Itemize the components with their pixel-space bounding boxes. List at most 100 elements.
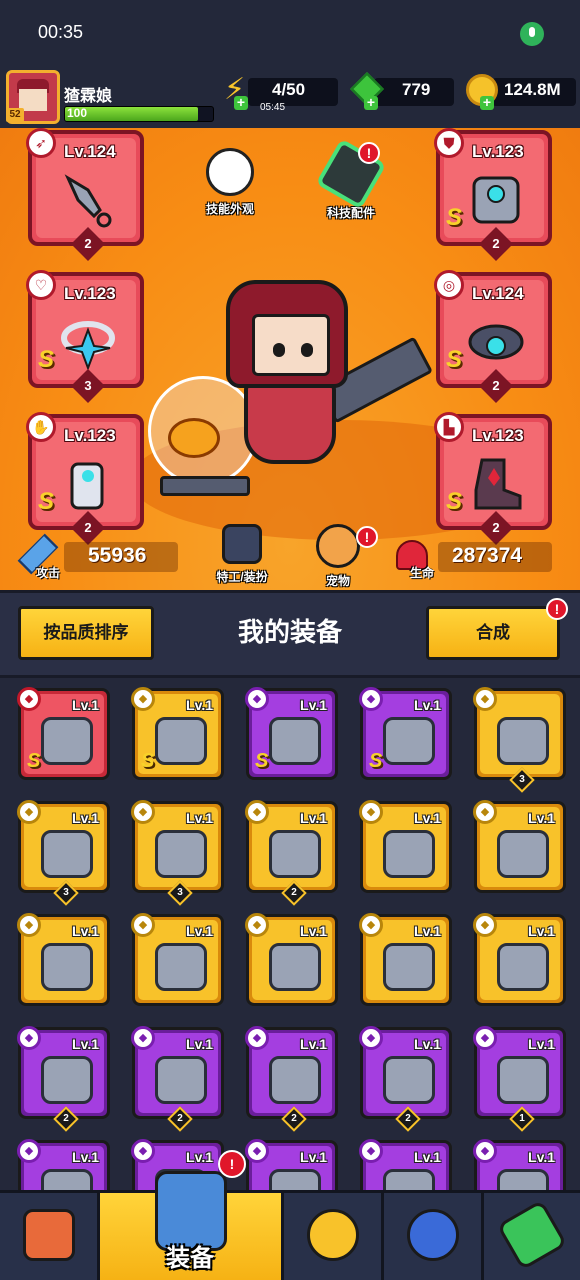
xp-bar: 100 — [64, 106, 214, 122]
item-type-icon: ◆ — [131, 687, 155, 711]
inventory-item[interactable]: ◆ Lv.1 S — [245, 687, 338, 780]
slot-level: Lv.123 — [472, 426, 524, 445]
s-rank-icon: S — [38, 488, 55, 515]
item-type-icon: ◆ — [131, 913, 155, 937]
skill-skin-button[interactable]: 技能外观 — [200, 148, 260, 217]
inventory-title: 我的装备 — [237, 617, 342, 647]
inventory-item[interactable]: ◆ Lv.1 3 — [131, 800, 224, 906]
item-art-icon — [269, 830, 321, 878]
inventory-item[interactable]: ◆ Lv.1 2 — [245, 800, 338, 906]
item-art-icon — [497, 1056, 549, 1104]
equip-slot-armor[interactable]: ⛊ Lv.123 S 2 — [434, 128, 552, 261]
item-art-icon — [269, 1169, 321, 1190]
slot-count: 2 — [479, 511, 513, 545]
gloves-type-icon: ✋ — [26, 412, 56, 442]
energy-plus-icon[interactable]: + — [234, 95, 248, 110]
inventory-item[interactable]: ◆ Lv.1 S — [17, 687, 110, 780]
inventory-item[interactable]: ◆ Lv.1 — [359, 1139, 452, 1190]
inventory-grid: ◆ Lv.1 S ◆ Lv.1 S ◆ Lv.1 S ◆ Lv.1 S ◆ 3 ◆ Lv.1 3 ◆ Lv.1 3 ◆ L… — [0, 678, 580, 1190]
inventory-item[interactable]: ◆ Lv.1 — [359, 800, 452, 893]
nav-battle[interactable] — [284, 1193, 384, 1280]
status-bar — [0, 0, 580, 66]
slot-level: Lv.123 — [64, 284, 116, 303]
item-type-icon: ◆ — [245, 1026, 269, 1050]
inventory-item[interactable]: ◆ Lv.1 — [359, 913, 452, 1006]
inventory-item[interactable]: ◆ Lv.1 2 — [131, 1026, 224, 1132]
item-level: Lv.1 — [186, 810, 213, 826]
star-ball-icon — [406, 1209, 459, 1261]
belt-type-icon: ◎ — [434, 270, 464, 300]
nav-shop[interactable] — [0, 1193, 100, 1280]
s-rank-icon: S — [446, 346, 463, 373]
item-type-icon: ◆ — [473, 687, 497, 711]
mic-icon — [520, 22, 544, 46]
inventory-item[interactable]: ◆ Lv.1 2 — [17, 1026, 110, 1132]
item-art-icon — [383, 717, 435, 765]
item-art-icon — [41, 1056, 93, 1104]
inventory-item[interactable]: ◆ Lv.1 S — [359, 687, 452, 780]
item-level: Lv.1 — [414, 1149, 441, 1165]
equip-slot-gloves[interactable]: ✋ Lv.123 S 2 — [26, 412, 144, 545]
inventory-item[interactable]: ◆ Lv.1 S — [131, 687, 224, 780]
belt-icon — [468, 324, 524, 360]
item-art-icon — [383, 830, 435, 878]
inventory-item[interactable]: ◆ Lv.1 — [245, 913, 338, 1006]
alert-badge-icon: ! — [358, 142, 380, 164]
item-art-icon — [41, 1169, 93, 1190]
item-type-icon: ◆ — [17, 913, 41, 937]
nav-upgrade[interactable] — [484, 1193, 580, 1280]
equip-slot-belt[interactable]: ◎ Lv.124 S 2 — [434, 270, 552, 403]
item-level: Lv.1 — [300, 1036, 327, 1052]
inventory-item[interactable]: ◆ Lv.1 — [473, 800, 566, 893]
item-level: Lv.1 — [528, 923, 555, 939]
item-type-icon: ◆ — [131, 1026, 155, 1050]
item-level: Lv.1 — [300, 697, 327, 713]
merge-button[interactable]: 合成 — [426, 606, 560, 660]
nav-equipment-label: 装备 — [166, 1245, 214, 1272]
fishbowl-base — [160, 476, 250, 496]
inventory-item[interactable]: ◆ Lv.1 — [473, 913, 566, 1006]
inventory-item[interactable]: ◆ Lv.1 2 — [359, 1026, 452, 1132]
item-level: Lv.1 — [528, 1149, 555, 1165]
gem-plus-icon[interactable]: + — [364, 95, 378, 110]
inventory-item[interactable]: ◆ Lv.1 2 — [245, 1026, 338, 1132]
equip-slot-weapon[interactable]: ➶ Lv.124 2 — [26, 128, 144, 261]
agent-outfit-button[interactable]: 特工/装扮 — [204, 524, 280, 585]
equip-slot-necklace[interactable]: ♡ Lv.123 S 3 — [26, 270, 144, 403]
nav-gacha[interactable] — [384, 1193, 484, 1280]
coin-counter[interactable]: 124.8M — [492, 78, 576, 106]
energy-value: 4/50 — [272, 80, 306, 99]
item-art-icon — [155, 1056, 207, 1104]
sort-by-quality-button[interactable]: 按品质排序 — [18, 606, 154, 660]
item-level: Lv.1 — [186, 1149, 213, 1165]
item-level: Lv.1 — [300, 1149, 327, 1165]
item-art-icon — [497, 830, 549, 878]
inventory-item[interactable]: ◆ Lv.1 1 — [473, 1026, 566, 1132]
gem-counter[interactable]: 779 — [374, 78, 454, 106]
item-type-icon: ◆ — [245, 800, 269, 824]
item-level: Lv.1 — [414, 810, 441, 826]
inventory-item[interactable]: ◆ Lv.1 3 — [17, 800, 110, 906]
item-level: Lv.1 — [72, 810, 99, 826]
slot-level: Lv.124 — [64, 142, 116, 161]
slot-level: Lv.123 — [472, 142, 524, 161]
hp-stat: 287374 — [438, 542, 552, 572]
inventory-item[interactable]: ◆ Lv.1 — [245, 1139, 338, 1190]
coin-plus-icon[interactable]: + — [480, 95, 494, 110]
item-type-icon: ◆ — [359, 687, 383, 711]
equip-slot-boots[interactable]: ▙ Lv.123 S 2 — [434, 412, 552, 545]
inventory-item[interactable]: ◆ Lv.1 — [473, 1139, 566, 1190]
item-level: Lv.1 — [528, 1036, 555, 1052]
crossed-swords-star-icon — [306, 1209, 359, 1261]
necklace-type-icon: ♡ — [26, 270, 56, 300]
inventory-item[interactable]: ◆ 3 — [473, 687, 566, 793]
item-type-icon: ◆ — [245, 913, 269, 937]
slot-level: Lv.123 — [64, 426, 116, 445]
item-type-icon: ◆ — [245, 1139, 269, 1163]
inventory-item[interactable]: ◆ Lv.1 — [17, 913, 110, 1006]
inventory-item[interactable]: ◆ Lv.1 — [131, 913, 224, 1006]
item-level: Lv.1 — [300, 923, 327, 939]
item-type-icon: ◆ — [473, 913, 497, 937]
item-level: Lv.1 — [186, 923, 213, 939]
inventory-item[interactable]: ◆ Lv.1 — [17, 1139, 110, 1190]
